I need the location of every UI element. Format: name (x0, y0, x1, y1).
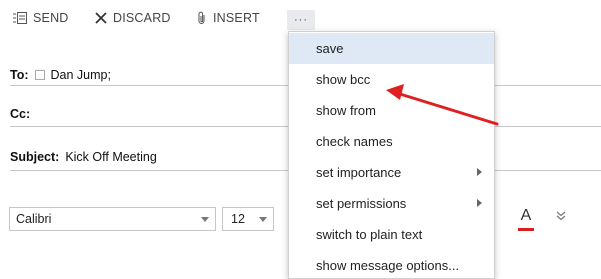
more-formatting-button[interactable] (556, 210, 566, 224)
close-icon (95, 12, 107, 24)
chevron-right-icon (477, 168, 482, 176)
font-color-button[interactable]: A (518, 207, 534, 231)
chevron-right-icon (477, 199, 482, 207)
chevron-down-icon (201, 217, 209, 222)
font-color-swatch (518, 228, 534, 231)
menu-item-show-from[interactable]: show from (289, 95, 494, 126)
menu-item-save[interactable]: save (289, 33, 494, 64)
menu-item-label: switch to plain text (316, 227, 423, 242)
menu-item-label: show bcc (316, 72, 371, 87)
menu-item-show-message-options[interactable]: show message options... (289, 250, 494, 279)
menu-item-label: save (316, 41, 344, 56)
menu-item-switch-to-plain-text[interactable]: switch to plain text (289, 219, 494, 250)
to-label: To: (10, 68, 29, 82)
more-icon: ··· (294, 14, 308, 26)
font-family-value: Calibri (16, 212, 52, 226)
menu-item-label: set importance (316, 165, 402, 180)
menu-item-label: show from (316, 103, 376, 118)
send-icon (13, 12, 27, 24)
send-button[interactable]: SEND (13, 6, 69, 30)
double-chevron-down-icon (556, 211, 566, 221)
chevron-down-icon (259, 217, 267, 222)
font-size-value: 12 (231, 212, 245, 226)
menu-item-label: set permissions (316, 196, 407, 211)
subject-value[interactable]: Kick Off Meeting (65, 150, 156, 164)
menu-item-label: check names (316, 134, 393, 149)
menu-item-show-bcc[interactable]: show bcc (289, 64, 494, 95)
discard-button[interactable]: DISCARD (95, 6, 171, 30)
insert-button[interactable]: INSERT (197, 6, 260, 30)
font-family-select[interactable]: Calibri (9, 207, 216, 231)
more-options-button[interactable]: ··· (287, 10, 315, 30)
to-recipient[interactable]: Dan Jump; (51, 68, 111, 82)
recipient-checkbox[interactable] (34, 70, 45, 80)
font-size-select[interactable]: 12 (222, 207, 274, 231)
font-color-icon: A (520, 207, 532, 224)
send-label: SEND (33, 11, 69, 25)
cc-field[interactable]: Cc: (10, 107, 30, 121)
discard-label: DISCARD (113, 11, 171, 25)
menu-item-set-permissions[interactable]: set permissions (289, 188, 494, 219)
paperclip-icon (197, 11, 207, 25)
to-field[interactable]: To: Dan Jump; (10, 68, 111, 82)
insert-label: INSERT (213, 11, 260, 25)
cc-label: Cc: (10, 107, 31, 121)
menu-item-set-importance[interactable]: set importance (289, 157, 494, 188)
menu-item-check-names[interactable]: check names (289, 126, 494, 157)
menu-item-label: show message options... (316, 258, 460, 273)
subject-label: Subject: (10, 150, 60, 164)
more-options-menu: save show bcc show from check names set … (288, 31, 495, 279)
subject-field[interactable]: Subject: Kick Off Meeting (10, 150, 157, 164)
